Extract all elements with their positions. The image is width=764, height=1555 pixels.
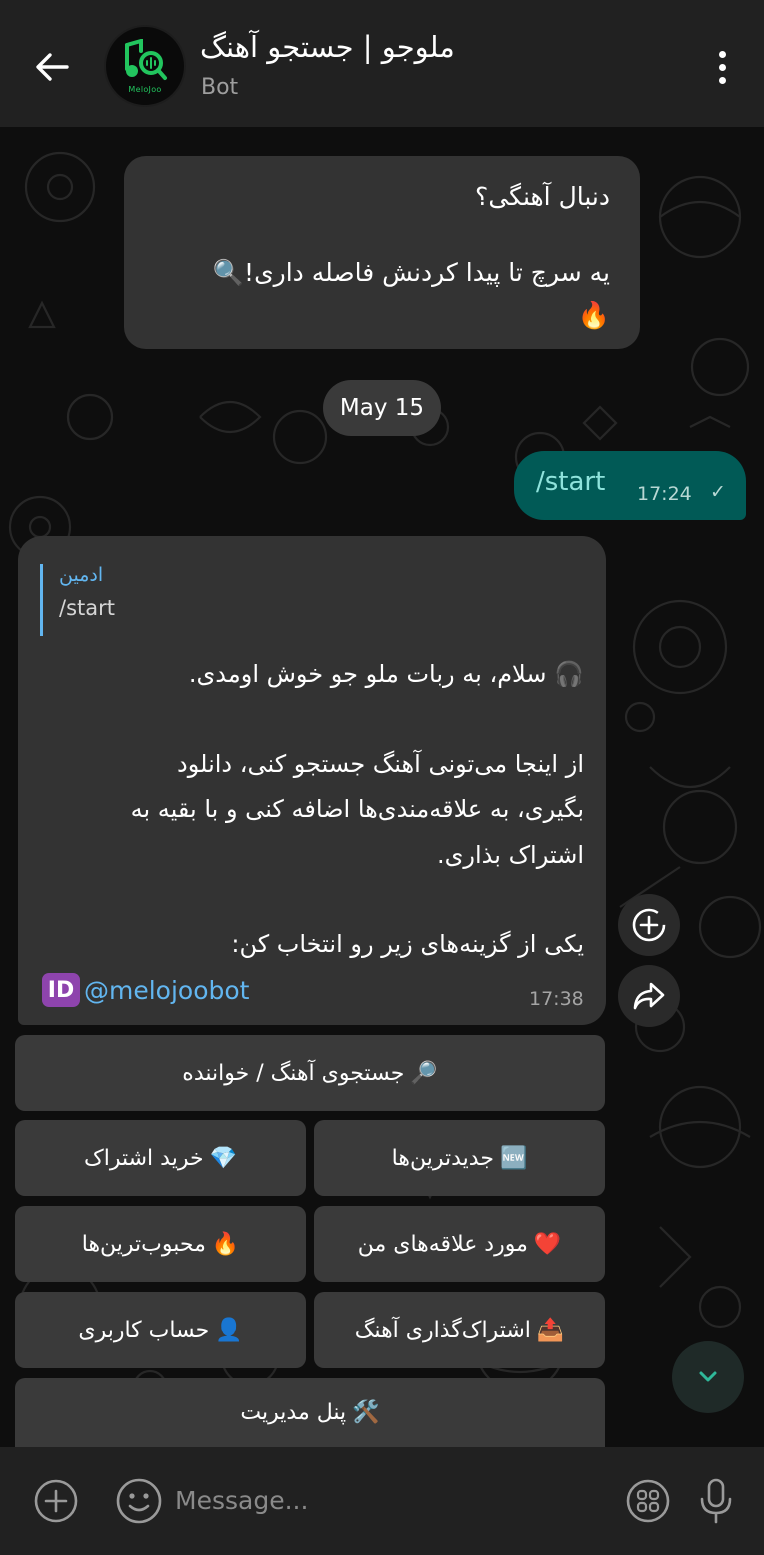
fire-icon: 🔥: [211, 1231, 240, 1257]
scroll-to-bottom-button[interactable]: [672, 1341, 744, 1413]
dot-icon: [718, 63, 726, 71]
magnifier-icon: 🔎: [410, 1060, 438, 1086]
tools-icon: 🛠️: [352, 1400, 380, 1425]
bot-avatar[interactable]: MeloJoo: [104, 25, 186, 107]
message-line: یکی از گزینه‌های زیر رو انتخاب کن:: [231, 930, 584, 958]
message-line: دنبال آهنگی؟: [475, 182, 610, 211]
message-line: 🎧 سلام، به ربات ملو جو خوش اومدی.: [188, 660, 584, 688]
id-icon: ID: [42, 973, 80, 1007]
music-search-logo-icon: [125, 38, 167, 80]
heart-icon: ❤️: [533, 1231, 562, 1257]
kb-button-label: پنل مدیریت: [240, 1400, 347, 1425]
chevron-down-icon: [699, 1371, 717, 1382]
outgoing-message-bubble[interactable]: /start 17:24 ✓: [514, 451, 746, 520]
kb-popular-button[interactable]: 🔥 محبوب‌ترین‌ها: [15, 1206, 306, 1282]
reply-author: ادمین: [59, 564, 104, 586]
kb-share-song-button[interactable]: 📤 اشتراک‌گذاری آهنگ: [314, 1292, 605, 1368]
bot-menu-button[interactable]: [622, 1475, 674, 1527]
add-circle-icon: [632, 908, 666, 942]
kb-favorites-button[interactable]: ❤️ مورد علاقه‌های من: [314, 1206, 605, 1282]
avatar-logo-text: MeloJoo: [128, 84, 162, 94]
reply-text: /start: [59, 596, 115, 620]
attach-button[interactable]: [30, 1475, 82, 1527]
plus-circle-icon: [34, 1479, 78, 1523]
kb-button-label: محبوب‌ترین‌ها: [81, 1231, 206, 1257]
more-options-button[interactable]: [702, 42, 742, 92]
kb-search-button[interactable]: 🔎 جستجوی آهنگ / خواننده: [15, 1035, 605, 1111]
forward-arrow-icon: [633, 982, 665, 1010]
message-time: 17:24: [637, 483, 692, 505]
message-line: یه سرچ تا پیدا کردنش فاصله داری!🔍: [212, 258, 610, 287]
kb-button-label: جستجوی آهنگ / خواننده: [182, 1060, 405, 1086]
kb-button-label: مورد علاقه‌های من: [357, 1231, 528, 1257]
kb-account-button[interactable]: 👤 حساب کاربری: [15, 1292, 306, 1368]
outgoing-command-text[interactable]: /start: [536, 467, 605, 497]
reply-quote[interactable]: ادمین /start: [40, 564, 160, 636]
kb-button-label: جدیدترین‌ها: [391, 1145, 494, 1171]
microphone-icon: [700, 1478, 732, 1524]
kb-newest-button[interactable]: 🆕 جدیدترین‌ها: [314, 1120, 605, 1196]
diamond-icon: 💎: [209, 1145, 237, 1171]
kb-button-label: حساب کاربری: [78, 1317, 210, 1343]
chat-header: MeloJoo ملوجو | جستجو آهنگ Bot: [0, 0, 764, 127]
user-icon: 👤: [215, 1317, 243, 1343]
bot-handle-link[interactable]: @melojoobot: [84, 976, 249, 1005]
fire-emoji: 🔥: [577, 301, 610, 331]
message-input[interactable]: [175, 1477, 595, 1523]
chat-title[interactable]: ملوجو | جستجو آهنگ: [200, 30, 455, 64]
message-line: بگیری، به علاقه‌مندی‌ها اضافه کنی و با ب…: [130, 795, 584, 823]
kb-buy-subscription-button[interactable]: 💎 خرید اشتراک: [15, 1120, 306, 1196]
chat-subtitle: Bot: [201, 75, 239, 100]
grid-circle-icon: [626, 1479, 670, 1523]
add-reaction-button[interactable]: [618, 894, 680, 956]
voice-record-button[interactable]: [690, 1475, 742, 1527]
dot-icon: [718, 76, 726, 84]
forward-button[interactable]: [618, 965, 680, 1027]
message-time: 17:38: [529, 988, 584, 1010]
outbox-icon: 📤: [536, 1317, 565, 1343]
incoming-message-bubble[interactable]: دنبال آهنگی؟ یه سرچ تا پیدا کردنش فاصله …: [124, 156, 640, 349]
dot-icon: [718, 50, 726, 58]
arrow-left-icon: [36, 53, 69, 81]
kb-admin-panel-button[interactable]: 🛠️ پنل مدیریت: [15, 1378, 605, 1447]
message-input-bar: [0, 1447, 764, 1555]
kb-button-label: خرید اشتراک: [84, 1145, 204, 1171]
bot-handle: ID @melojoobot: [42, 973, 249, 1007]
date-separator: May 15: [323, 380, 441, 436]
sent-check-icon: ✓: [710, 481, 726, 503]
smiley-icon: [116, 1478, 162, 1524]
back-button[interactable]: [22, 40, 82, 94]
message-line: از اینجا می‌تونی آهنگ جستجو کنی، دانلود: [177, 750, 584, 778]
bot-message-bubble[interactable]: ادمین /start 🎧 سلام، به ربات ملو جو خوش …: [18, 536, 606, 1025]
kb-button-label: اشتراک‌گذاری آهنگ: [354, 1317, 531, 1343]
emoji-button[interactable]: [113, 1475, 165, 1527]
message-line: اشتراک بذاری.: [437, 841, 584, 869]
new-badge-icon: 🆕: [499, 1145, 528, 1171]
